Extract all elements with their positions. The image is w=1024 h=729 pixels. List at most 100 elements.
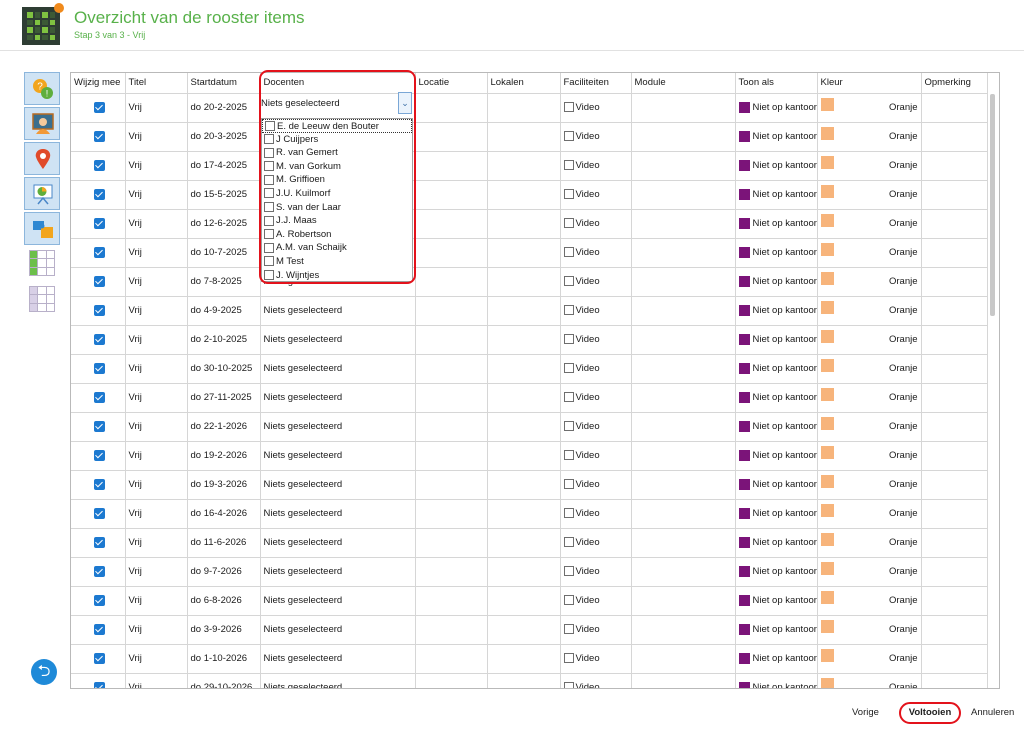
docenten-cell[interactable]: Niets geselecteerd	[260, 325, 416, 355]
kleur-cell[interactable]: Oranje	[817, 528, 922, 558]
wijzig-mee-cell[interactable]	[71, 180, 126, 210]
docent-option[interactable]: M. van Gorkum	[262, 160, 412, 174]
faciliteiten-checkbox[interactable]	[563, 305, 574, 316]
wijzig-mee-cell[interactable]	[71, 557, 126, 587]
docent-option-checkbox[interactable]	[264, 256, 274, 267]
locatie-cell[interactable]	[415, 180, 488, 210]
wijzig-mee-cell[interactable]	[71, 383, 126, 413]
lokalen-cell[interactable]	[487, 673, 561, 688]
toon-als-cell[interactable]: Niet op kantoor	[735, 122, 818, 152]
docenten-cell[interactable]: Niets geselecteerd	[260, 470, 416, 500]
faciliteiten-checkbox[interactable]	[563, 189, 574, 200]
opmerking-cell[interactable]	[921, 354, 988, 384]
opmerking-cell[interactable]	[921, 296, 988, 326]
faciliteiten-cell[interactable]: Video	[560, 238, 632, 268]
wijzig-mee-cell[interactable]	[71, 586, 126, 616]
wijzig-mee-cell[interactable]	[71, 470, 126, 500]
docent-option-checkbox[interactable]	[264, 229, 274, 240]
module-cell[interactable]	[631, 528, 736, 558]
docent-option-checkbox[interactable]	[264, 161, 274, 172]
faciliteiten-checkbox[interactable]	[563, 595, 574, 606]
lokalen-cell[interactable]	[487, 644, 561, 674]
lokalen-cell[interactable]	[487, 586, 561, 616]
docent-option-checkbox[interactable]	[264, 202, 274, 213]
faciliteiten-cell[interactable]: Video	[560, 267, 632, 297]
docenten-cell[interactable]: Niets geselecteerd	[260, 615, 416, 645]
faciliteiten-checkbox[interactable]	[563, 160, 574, 171]
faciliteiten-cell[interactable]: Video	[560, 325, 632, 355]
opmerking-cell[interactable]	[921, 528, 988, 558]
opmerking-cell[interactable]	[921, 586, 988, 616]
sidebar-button-help[interactable]: ? !	[24, 72, 60, 105]
module-cell[interactable]	[631, 412, 736, 442]
opmerking-cell[interactable]	[921, 499, 988, 529]
wijzig-mee-checkbox[interactable]	[93, 565, 105, 577]
faciliteiten-checkbox[interactable]	[563, 508, 574, 519]
wijzig-mee-cell[interactable]	[71, 325, 126, 355]
locatie-cell[interactable]	[415, 93, 488, 123]
faciliteiten-checkbox[interactable]	[563, 479, 574, 490]
locatie-cell[interactable]	[415, 354, 488, 384]
opmerking-cell[interactable]	[921, 441, 988, 471]
sidebar-button-select-all[interactable]	[24, 247, 60, 279]
toon-als-cell[interactable]: Niet op kantoor	[735, 557, 818, 587]
module-cell[interactable]	[631, 151, 736, 181]
module-cell[interactable]	[631, 93, 736, 123]
opmerking-cell[interactable]	[921, 470, 988, 500]
wijzig-mee-checkbox[interactable]	[93, 536, 105, 548]
faciliteiten-cell[interactable]: Video	[560, 93, 632, 123]
wijzig-mee-checkbox[interactable]	[93, 217, 105, 229]
docent-option[interactable]: S. van der Laar	[262, 201, 412, 215]
wijzig-mee-cell[interactable]	[71, 441, 126, 471]
wijzig-mee-cell[interactable]	[71, 499, 126, 529]
docent-option-checkbox[interactable]	[264, 270, 274, 281]
kleur-cell[interactable]: Oranje	[817, 151, 922, 181]
docent-option-checkbox[interactable]	[264, 134, 274, 145]
module-cell[interactable]	[631, 441, 736, 471]
lokalen-cell[interactable]	[487, 528, 561, 558]
module-cell[interactable]	[631, 557, 736, 587]
toon-als-cell[interactable]: Niet op kantoor	[735, 499, 818, 529]
sidebar-button-teachers[interactable]	[24, 107, 60, 140]
docenten-select[interactable]: Niets geselecteerd ⌄	[261, 90, 413, 117]
module-cell[interactable]	[631, 644, 736, 674]
lokalen-cell[interactable]	[487, 180, 561, 210]
wijzig-mee-checkbox[interactable]	[93, 623, 105, 635]
kleur-cell[interactable]: Oranje	[817, 209, 922, 239]
faciliteiten-checkbox[interactable]	[563, 653, 574, 664]
module-cell[interactable]	[631, 673, 736, 688]
kleur-cell[interactable]: Oranje	[817, 238, 922, 268]
column-header-faciliteiten[interactable]: Faciliteiten	[560, 73, 632, 94]
vertical-scrollbar[interactable]	[990, 94, 995, 316]
opmerking-cell[interactable]	[921, 180, 988, 210]
module-cell[interactable]	[631, 209, 736, 239]
faciliteiten-checkbox[interactable]	[563, 131, 574, 142]
kleur-cell[interactable]: Oranje	[817, 383, 922, 413]
toon-als-cell[interactable]: Niet op kantoor	[735, 441, 818, 471]
wijzig-mee-cell[interactable]	[71, 267, 126, 297]
kleur-cell[interactable]: Oranje	[817, 470, 922, 500]
locatie-cell[interactable]	[415, 441, 488, 471]
wijzig-mee-checkbox[interactable]	[93, 246, 105, 258]
column-header-opmerking[interactable]: Opmerking	[921, 73, 988, 94]
wijzig-mee-checkbox[interactable]	[93, 478, 105, 490]
column-header-locatie[interactable]: Locatie	[415, 73, 488, 94]
kleur-cell[interactable]: Oranje	[817, 673, 922, 688]
faciliteiten-cell[interactable]: Video	[560, 354, 632, 384]
faciliteiten-cell[interactable]: Video	[560, 209, 632, 239]
toon-als-cell[interactable]: Niet op kantoor	[735, 325, 818, 355]
opmerking-cell[interactable]	[921, 673, 988, 688]
previous-button[interactable]: Vorige	[852, 707, 879, 718]
locatie-cell[interactable]	[415, 673, 488, 688]
faciliteiten-checkbox[interactable]	[563, 334, 574, 345]
wijzig-mee-cell[interactable]	[71, 528, 126, 558]
toon-als-cell[interactable]: Niet op kantoor	[735, 267, 818, 297]
opmerking-cell[interactable]	[921, 383, 988, 413]
faciliteiten-checkbox[interactable]	[563, 276, 574, 287]
faciliteiten-cell[interactable]: Video	[560, 180, 632, 210]
locatie-cell[interactable]	[415, 122, 488, 152]
kleur-cell[interactable]: Oranje	[817, 93, 922, 123]
wijzig-mee-cell[interactable]	[71, 412, 126, 442]
lokalen-cell[interactable]	[487, 441, 561, 471]
faciliteiten-checkbox[interactable]	[563, 102, 574, 113]
